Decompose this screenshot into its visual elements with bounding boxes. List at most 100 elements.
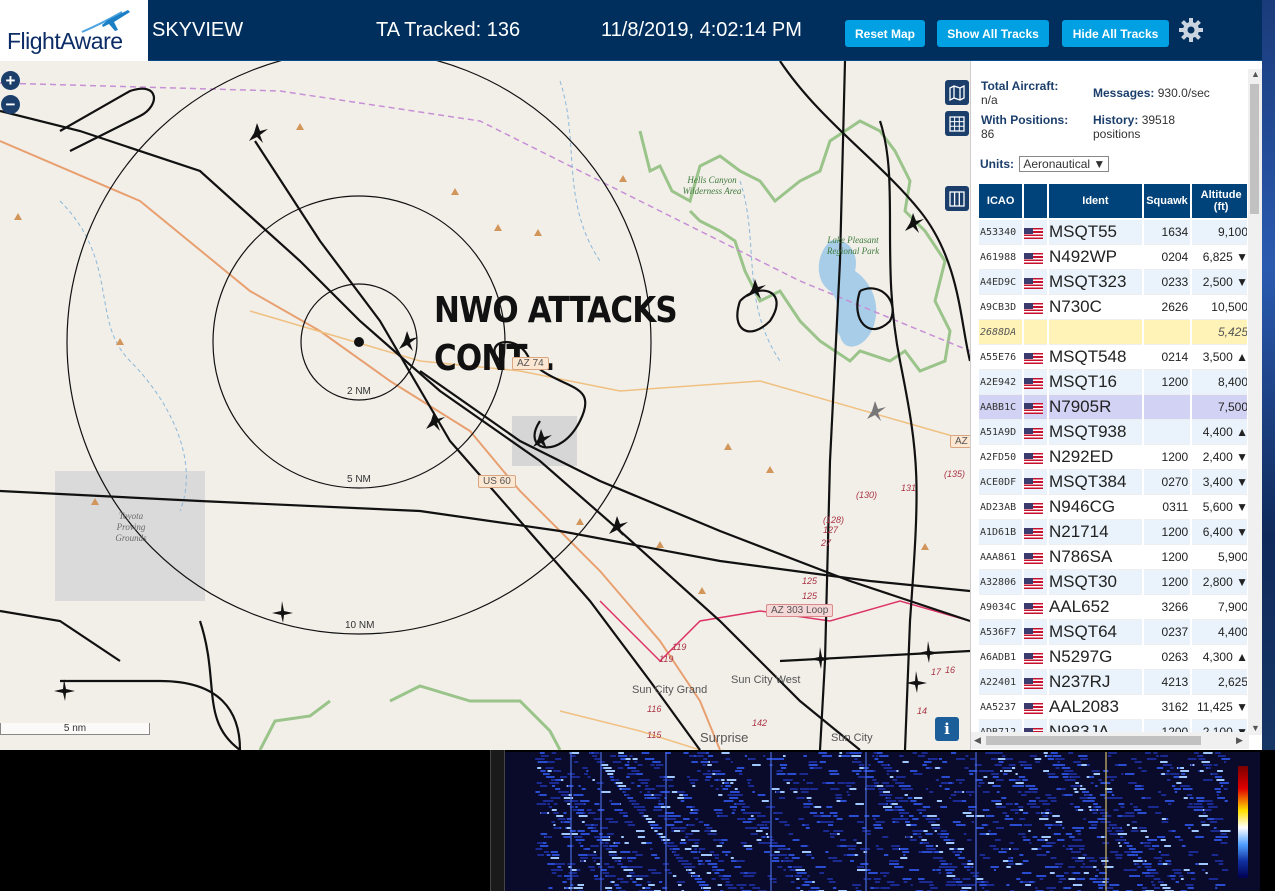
route-num: 119 [672, 642, 687, 652]
map-scale-bar: 5 nm [0, 723, 150, 735]
scroll-down-arrow[interactable]: ▼ [1251, 723, 1260, 733]
units-select[interactable]: Aeronautical ▼ [1019, 156, 1110, 172]
table-row[interactable]: A536F7 MSQT64 0237 4,400 [979, 620, 1247, 645]
icao-cell: 2688DA [979, 320, 1023, 345]
show-all-tracks-button[interactable]: Show All Tracks [937, 20, 1049, 47]
icao-cell: A53340 [979, 220, 1023, 245]
altitude-cell: 5,425 [1192, 320, 1247, 345]
flag-cell [1024, 595, 1047, 620]
place-sun-city: Sun City [831, 732, 873, 744]
map-layer-button[interactable] [945, 80, 969, 105]
table-row[interactable]: AD23AB N946CG 0311 5,600 ▼ [979, 495, 1247, 520]
table-row[interactable]: A1D61B N21714 1200 6,400 ▼ [979, 520, 1247, 545]
table-row[interactable]: AA5237 AAL2083 3162 11,425 ▼ [979, 695, 1247, 720]
table-row[interactable]: A53340 MSQT55 1634 9,100 [979, 220, 1247, 245]
map-canvas[interactable] [0, 61, 970, 750]
table-row[interactable]: AAA861 N786SA 1200 5,900 [979, 545, 1247, 570]
squawk-cell: 3162 [1143, 695, 1191, 720]
area-hells-canyon: Hells Canyon Wilderness Area [682, 175, 742, 196]
squawk-cell: 0270 [1143, 470, 1191, 495]
table-horizontal-scrollbar[interactable]: ◀ ▶ [971, 732, 1249, 749]
history-value: 39518 [1141, 113, 1176, 127]
grid-toggle-button[interactable] [945, 111, 969, 136]
column-header-icao[interactable]: ICAO [979, 184, 1023, 220]
ident-cell: MSQT16 [1049, 370, 1142, 395]
info-icon[interactable]: i [935, 717, 959, 741]
scroll-thumb[interactable] [1250, 84, 1259, 214]
area-lake-pleasant: Lake Pleasant Regional Park [826, 235, 880, 256]
icao-cell: A9034C [979, 595, 1023, 620]
reset-map-button[interactable]: Reset Map [845, 20, 925, 47]
scroll-up-arrow[interactable]: ▲ [1251, 69, 1260, 79]
squawk-cell [1143, 395, 1191, 420]
road-label-az74: AZ 74 [512, 357, 549, 370]
ident-cell: MSQT384 [1049, 470, 1142, 495]
table-row[interactable]: ACE0DF MSQT384 0270 3,400 ▼ [979, 470, 1247, 495]
table-row[interactable]: A55E76 MSQT548 0214 3,500 ▲ [979, 345, 1247, 370]
table-row[interactable]: 2688DA 5,425 [979, 320, 1247, 345]
flightaware-logo[interactable]: FlightAware [0, 0, 148, 61]
altitude-cell: 7,500 [1192, 395, 1247, 420]
ident-cell: MSQT30 [1049, 570, 1142, 595]
column-header-squawk[interactable]: Squawk [1143, 184, 1191, 220]
flag-cell [1024, 370, 1047, 395]
zoom-in-button[interactable]: + [1, 71, 20, 90]
flag-cell [1024, 220, 1047, 245]
route-num: 115 [647, 730, 662, 740]
with-positions-value: 86 [981, 127, 995, 141]
scroll-right-arrow[interactable]: ▶ [1236, 735, 1243, 746]
flag-icon [1024, 402, 1044, 414]
ident-cell: N492WP [1049, 245, 1142, 270]
column-header-altitude[interactable]: Altitude (ft) [1192, 184, 1247, 220]
range-ring-label-5nm: 5 NM [347, 474, 371, 485]
scroll-left-arrow[interactable]: ◀ [974, 735, 981, 746]
squawk-cell [1143, 420, 1191, 445]
history-unit: positions [1093, 127, 1141, 141]
columns-icon [949, 190, 965, 207]
flag-icon [1024, 627, 1044, 639]
aircraft-table-body: A53340 MSQT55 1634 9,100 A61988 N492WP 0204 6,8… [979, 220, 1247, 734]
icao-cell: AABB1C [979, 395, 1023, 420]
route-num: (135) [944, 469, 966, 479]
flag-icon [1024, 652, 1044, 664]
squawk-cell: 3266 [1143, 595, 1191, 620]
table-row[interactable]: A51A9D MSQT938 4,400 ▲ [979, 420, 1247, 445]
overlay-annotation: NWO ATTACKS CONT... [434, 287, 678, 383]
zoom-out-button[interactable]: − [1, 95, 20, 114]
columns-toggle-button[interactable] [945, 186, 969, 211]
table-row[interactable]: A9034C AAL652 3266 7,900 [979, 595, 1247, 620]
panel-vertical-scrollbar[interactable]: ▲ ▼ [1248, 69, 1262, 735]
total-aircraft-stat: Total Aircraft: n/a [981, 79, 1058, 107]
aircraft-table-container[interactable]: ICAO Ident Squawk Altitude (ft) A53340 MS… [979, 184, 1247, 734]
column-header-flag[interactable] [1024, 184, 1047, 220]
table-row[interactable]: A6ADB1 N5297G 0263 4,300 ▲ [979, 645, 1247, 670]
table-row[interactable]: A61988 N492WP 0204 6,825 ▼ [979, 245, 1247, 270]
hide-all-tracks-button[interactable]: Hide All Tracks [1062, 20, 1169, 47]
flag-icon [1024, 602, 1044, 614]
column-header-ident[interactable]: Ident [1049, 184, 1142, 220]
table-row[interactable]: A9CB3D N730C 2626 10,500 [979, 295, 1247, 320]
ident-cell: N730C [1049, 295, 1142, 320]
flag-cell [1024, 445, 1047, 470]
table-row[interactable]: A32806 MSQT30 1200 2,800 ▼ [979, 570, 1247, 595]
flag-cell [1024, 420, 1047, 445]
altitude-cell: 8,400 [1192, 370, 1247, 395]
altitude-cell: 5,600 ▼ [1192, 495, 1247, 520]
altitude-cell: 6,825 ▼ [1192, 245, 1247, 270]
table-row[interactable]: AABB1C N7905R 7,500 [979, 395, 1247, 420]
flag-icon [1024, 302, 1044, 314]
place-sun-city-west: Sun City West [731, 674, 801, 686]
table-row[interactable]: A4ED9C MSQT323 0233 2,500 ▼ [979, 270, 1247, 295]
table-row[interactable]: A2E942 MSQT16 1200 8,400 [979, 370, 1247, 395]
altitude-cell: 11,425 ▼ [1192, 695, 1247, 720]
ident-cell [1049, 320, 1142, 345]
map-view[interactable]: NWO ATTACKS CONT... 2 NM 5 NM 10 NM AZ 7… [0, 61, 970, 750]
gear-icon[interactable] [1178, 17, 1204, 43]
squawk-cell [1143, 320, 1191, 345]
sdr-pane-divider[interactable] [490, 750, 505, 891]
squawk-cell: 2626 [1143, 295, 1191, 320]
table-row[interactable]: A2FD50 N292ED 1200 2,400 ▼ [979, 445, 1247, 470]
header-bar: FlightAware SKYVIEW TA Tracked: 136 11/8… [0, 0, 1262, 61]
table-row[interactable]: A22401 N237RJ 4213 2,625 [979, 670, 1247, 695]
hscroll-thumb[interactable] [986, 736, 1201, 745]
